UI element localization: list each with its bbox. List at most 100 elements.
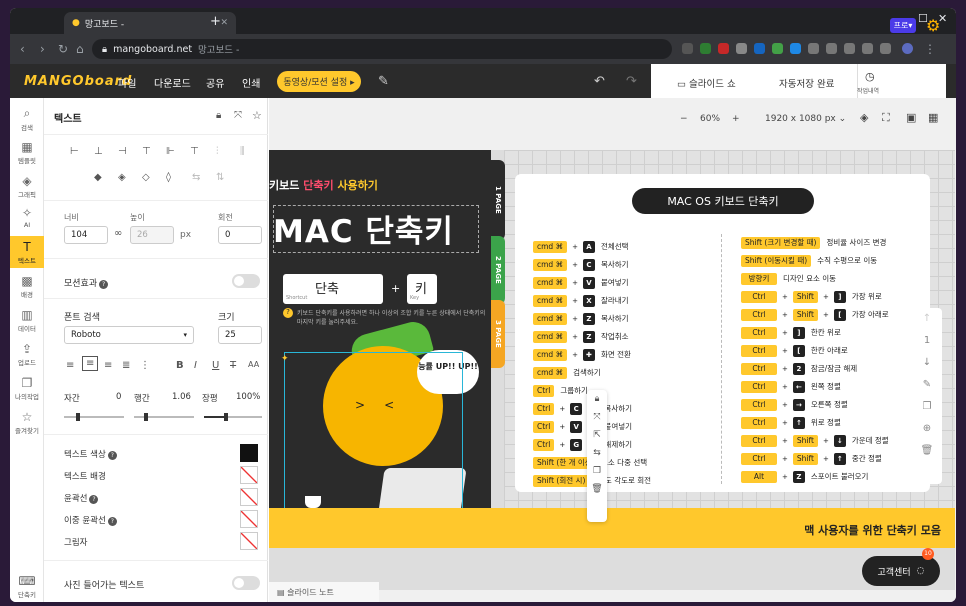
copy-icon[interactable]: ❐ xyxy=(587,462,607,480)
close-tab-icon[interactable]: ✕ xyxy=(220,18,228,28)
mac-title[interactable]: MAC 단축키 xyxy=(273,206,454,251)
star-icon[interactable]: ☆ xyxy=(252,109,262,122)
rail-shortcuts[interactable]: ⌨ 단축키 xyxy=(10,574,44,599)
text-align-left-icon[interactable]: ≡ xyxy=(66,360,74,371)
lock-icon[interactable]: 🔒︎ xyxy=(587,390,607,408)
page-tab-3[interactable]: 3 PAGE xyxy=(491,300,505,368)
key-key[interactable]: 키 Key xyxy=(407,274,437,304)
shortcut-row[interactable]: Ctrl + ← 왼쪽 정렬 xyxy=(741,380,841,393)
undo-icon[interactable]: ↶ xyxy=(594,74,605,89)
text-bg-swatch[interactable] xyxy=(240,466,258,484)
shortcut-row[interactable]: Ctrl + V 서식 붙여넣기 xyxy=(533,420,632,433)
page-up-icon[interactable]: ↑ xyxy=(912,308,942,330)
shortcut-row[interactable]: Shift (이동시킬 때) 수직 수평으로 이동 xyxy=(741,254,877,267)
char-width-slider[interactable] xyxy=(204,413,262,421)
url-field[interactable]: 🔒︎ mangoboard.net 망고보드 - xyxy=(92,39,672,59)
align-top-icon[interactable]: ⊤ xyxy=(142,146,151,157)
strikethrough-icon[interactable]: T xyxy=(230,360,236,371)
slider-handle[interactable] xyxy=(224,413,228,421)
band-text[interactable]: 맥 사용자를 위한 단축키 모음 xyxy=(804,522,941,538)
unlink-icon[interactable]: ⤧ xyxy=(234,110,242,121)
help-icon[interactable]: ? xyxy=(99,280,109,289)
outline-swatch[interactable] xyxy=(240,488,258,506)
fit-icon[interactable]: ⛶ xyxy=(882,111,890,125)
rail-search[interactable]: ⌕ 검색 xyxy=(10,106,44,132)
rail-template[interactable]: ▦ 템플릿 xyxy=(10,140,44,165)
shortcut-row[interactable]: cmd ⌘ + A 전체선택 xyxy=(533,240,629,253)
profile-avatar[interactable] xyxy=(902,43,913,54)
card-title[interactable]: MAC OS 키보드 단축키 xyxy=(632,188,814,214)
description-text[interactable]: 키보드 단축키를 사용하려면 하나 이상의 조합 키를 누른 상태에서 단축키의… xyxy=(297,309,487,327)
link-ratio-icon[interactable]: ∞ xyxy=(114,228,122,239)
shortcut-row[interactable]: cmd ⌘ 검색하기 xyxy=(533,366,601,379)
rail-ai[interactable]: ✧ AI xyxy=(10,206,44,229)
extension-icon[interactable] xyxy=(736,43,747,54)
size-input[interactable]: 25 xyxy=(218,326,262,344)
help-icon[interactable]: ? xyxy=(107,517,117,526)
download-icon[interactable] xyxy=(826,43,837,54)
zoom-level[interactable]: 60% xyxy=(700,114,720,124)
kb-title[interactable]: 키보드 단축키 사용하기 xyxy=(269,177,378,193)
shortcut-row[interactable]: Ctrl + Shift +] 가장 위로 xyxy=(741,290,882,303)
shortcut-card[interactable]: MAC OS 키보드 단축키 cmd ⌘ + A 전체선택 cmd ⌘ + C 복사하기 cmd… xyxy=(515,174,930,492)
shortcut-row[interactable]: Ctrl + C 서식 복사하기 xyxy=(533,402,632,415)
zoom-out-button[interactable]: − xyxy=(680,114,688,124)
duplicate-page-icon[interactable]: ❐ xyxy=(912,396,942,418)
align-bottom-icon[interactable]: ⊤ xyxy=(190,146,199,157)
shortcut-row[interactable]: Ctrl + [한칸 아래로 xyxy=(741,344,848,357)
history-icon[interactable]: ◷ xyxy=(865,70,875,83)
layer-backward-icon[interactable]: ◇ xyxy=(142,172,150,183)
text-align-center-icon[interactable]: ≡ xyxy=(82,356,99,371)
shortcut-row[interactable]: cmd ⌘ + C 복사하기 xyxy=(533,258,629,271)
lock-icon[interactable]: 🔒︎ xyxy=(216,110,221,121)
slideshow-button[interactable]: ▭ 슬라이드 쇼 xyxy=(677,76,736,90)
add-page-icon[interactable]: ⊕ xyxy=(912,418,942,440)
gear-icon[interactable]: ⚙ xyxy=(926,16,940,35)
text-justify-icon[interactable]: ≣ xyxy=(122,360,130,371)
shortcut-row[interactable]: cmd ⌘ + X 잘라내기 xyxy=(533,294,629,307)
trash-icon[interactable]: 🗑︎ xyxy=(587,480,607,498)
flip-v-icon[interactable]: ⇅ xyxy=(216,172,224,183)
home-icon[interactable]: ⌂ xyxy=(76,42,84,56)
text-align-right-icon[interactable]: ≡ xyxy=(104,360,112,371)
extension-icon[interactable] xyxy=(844,43,855,54)
width-input[interactable]: 104 xyxy=(64,226,108,244)
shortcut-row[interactable]: Ctrl 그룹하기 xyxy=(533,384,588,397)
image-text-toggle[interactable] xyxy=(232,576,260,590)
italic-icon[interactable]: I xyxy=(194,360,197,371)
back-icon[interactable]: ‹ xyxy=(20,42,25,56)
slider-handle[interactable] xyxy=(144,413,148,421)
layers-icon[interactable]: ◈ xyxy=(860,111,868,124)
link-icon[interactable]: ⇱ xyxy=(587,426,607,444)
plan-badge[interactable]: 프로▾ xyxy=(890,18,916,33)
rail-text[interactable]: T 텍스트 xyxy=(10,236,44,268)
extension-icon[interactable] xyxy=(718,43,729,54)
extension-icon[interactable] xyxy=(772,43,783,54)
help-center-button[interactable]: 고객센터 ◌ xyxy=(862,556,940,586)
text-vertical-icon[interactable]: ⋮ xyxy=(140,360,150,371)
unlink-icon[interactable]: ⤧ xyxy=(587,408,607,426)
underline-icon[interactable]: U xyxy=(212,360,219,371)
shortcut-row[interactable]: Ctrl + Shift + ↓ 가운데 정렬 xyxy=(741,434,889,447)
mangoboard-logo[interactable]: MANGOboard xyxy=(24,74,132,89)
new-tab-button[interactable]: + xyxy=(210,14,221,29)
flip-h-icon[interactable]: ⇆ xyxy=(192,172,200,183)
extension-icon[interactable] xyxy=(700,43,711,54)
edit-pen-icon[interactable]: ✎ xyxy=(378,74,389,89)
menu-share[interactable]: 공유 xyxy=(206,75,224,90)
rail-background[interactable]: ▩ 배경 xyxy=(10,274,44,299)
shortcut-row[interactable]: Ctrl + Shift + ↑ 중간 정렬 xyxy=(741,452,882,465)
font-select[interactable]: Roboto ▾ xyxy=(64,326,194,344)
extension-icon[interactable] xyxy=(808,43,819,54)
layer-forward-icon[interactable]: ◈ xyxy=(118,172,126,183)
help-icon[interactable]: ? xyxy=(107,451,117,460)
rail-upload[interactable]: ⇪ 업로드 xyxy=(10,342,44,367)
menu-print[interactable]: 인쇄 xyxy=(242,75,260,90)
shadow-swatch[interactable] xyxy=(240,532,258,550)
extension-icon[interactable] xyxy=(862,43,873,54)
shortcut-row[interactable]: Ctrl + ↑ 위로 정렬 xyxy=(741,416,841,429)
letter-spacing-slider[interactable] xyxy=(64,413,124,421)
motion-settings-button[interactable]: 동영상/모션 설정 ▸ xyxy=(277,71,361,92)
page-tab-1[interactable]: 1 PAGE xyxy=(491,160,505,240)
slider-handle[interactable] xyxy=(76,413,80,421)
